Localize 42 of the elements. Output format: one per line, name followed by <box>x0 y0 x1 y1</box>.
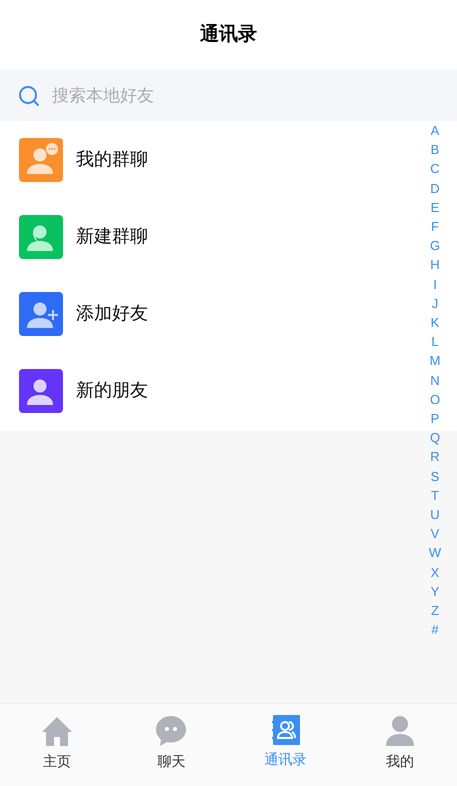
tab[interactable]: 聊天 <box>114 704 228 786</box>
index-letter[interactable]: N <box>425 370 445 390</box>
menu-item[interactable]: 新的朋友 <box>0 352 400 429</box>
index-letter[interactable]: U <box>425 505 445 524</box>
index-letter[interactable]: G <box>425 236 445 256</box>
person-icon <box>384 715 416 747</box>
index-letter[interactable]: E <box>425 198 445 218</box>
home-icon <box>41 715 74 747</box>
search-field[interactable]: 搜索本地好友 <box>52 82 439 108</box>
index-letter[interactable]: T <box>425 486 445 506</box>
menu-item[interactable]: 我的群聊 <box>0 121 400 198</box>
index-letter[interactable]: # <box>425 620 445 640</box>
index-letter[interactable]: O <box>425 390 445 410</box>
index-letter[interactable]: H <box>425 255 445 275</box>
index-letter[interactable]: R <box>425 447 445 467</box>
index-letter[interactable]: M <box>425 351 445 371</box>
index-letter[interactable]: C <box>425 159 445 179</box>
index-letter[interactable]: Z <box>425 601 445 620</box>
index-letter[interactable]: J <box>425 294 445 314</box>
tab[interactable]: 通讯录 <box>228 704 343 786</box>
tab[interactable]: 主页 <box>0 704 114 786</box>
speech-bubble-icon <box>155 715 188 747</box>
page-title: 通讯录 <box>200 22 257 47</box>
index-letter[interactable]: F <box>425 217 445 236</box>
menu-item[interactable]: 添加好友 <box>0 275 400 352</box>
index-letter[interactable]: V <box>425 524 445 544</box>
menu-item[interactable]: 新建群聊 <box>0 198 400 275</box>
tab[interactable]: 我的 <box>342 704 457 786</box>
index-letter[interactable]: K <box>425 313 445 332</box>
index-letter[interactable]: P <box>425 409 445 428</box>
index-letter[interactable]: Q <box>425 428 445 448</box>
index-letter[interactable]: A <box>425 121 445 140</box>
index-letter[interactable]: X <box>425 562 445 582</box>
search-icon <box>18 84 40 106</box>
index-letter[interactable]: B <box>425 140 445 160</box>
index-letter[interactable]: W <box>425 543 445 563</box>
index-letter[interactable]: L <box>425 332 445 352</box>
contact-book-icon <box>272 715 300 745</box>
index-letter[interactable]: S <box>425 466 445 486</box>
index-letter[interactable]: D <box>425 178 445 198</box>
index-letter[interactable]: I <box>425 274 445 294</box>
index-letter[interactable]: Y <box>425 582 445 602</box>
